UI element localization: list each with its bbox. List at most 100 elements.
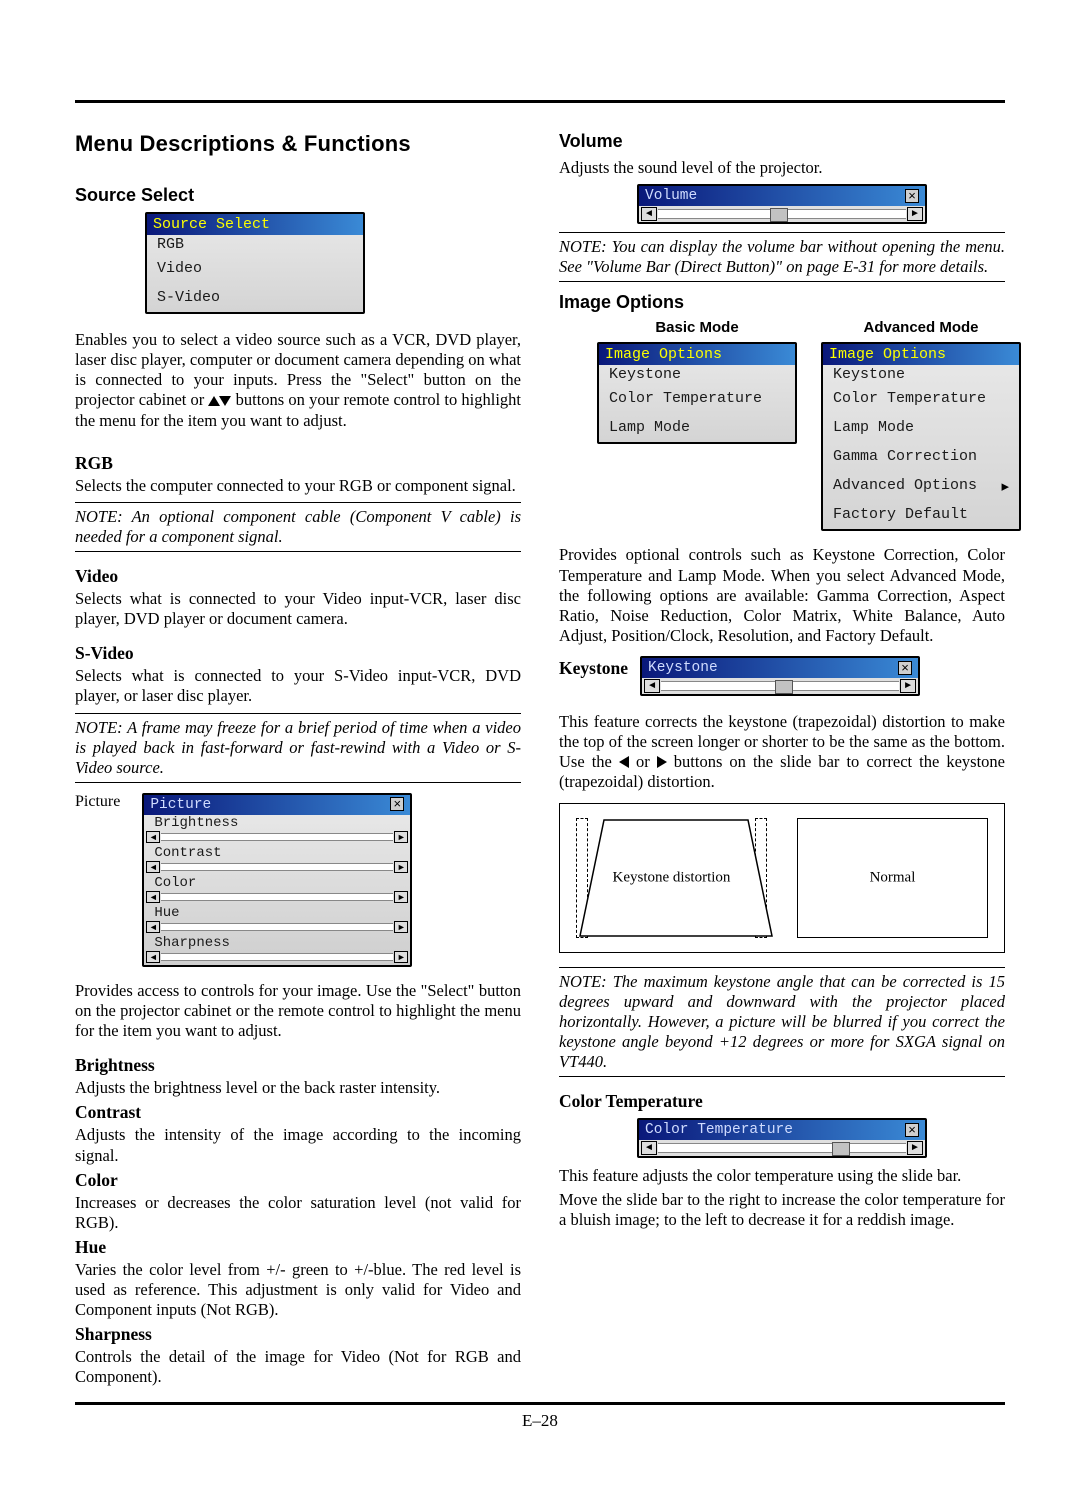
close-icon[interactable]: × [390,797,404,811]
basic-item-keystone[interactable]: Keystone [599,365,795,384]
close-icon[interactable]: × [905,1123,919,1137]
slider-left-cap-icon[interactable]: ◄ [146,921,160,933]
color-slider[interactable]: ◄► [144,891,410,905]
picture-panel-title-text: Picture [150,797,211,813]
source-select-menu: Source Select RGB Video S-Video [145,212,365,314]
hue-heading: Hue [75,1237,521,1258]
note-rule [559,232,1005,233]
keystone-distortion-label: Keystone distortion [576,869,767,886]
basic-menu-title: Image Options [599,344,795,365]
adv-item-gamma[interactable]: Gamma Correction [823,442,1019,471]
adv-item-colortemp[interactable]: Color Temperature [823,384,1019,413]
slider-thumb[interactable] [832,1142,850,1156]
slider-right-cap-icon[interactable]: ► [394,951,408,963]
right-column: Volume Adjusts the sound level of the pr… [559,131,1005,1392]
volume-heading: Volume [559,131,1005,152]
colortemp-heading: Color Temperature [559,1091,1005,1112]
keystone-row: Keystone Keystone × ◄ ► [559,656,1005,704]
picture-panel-title: Picture × [144,795,410,815]
close-icon[interactable]: × [905,189,919,203]
basic-item-lampmode[interactable]: Lamp Mode [599,413,795,442]
slider-rail[interactable] [658,209,906,219]
colortemp-slider[interactable]: ◄ ► [639,1140,925,1156]
slider-right-cap-icon[interactable]: ► [394,831,408,843]
slider-right-cap-icon[interactable]: ► [900,679,916,693]
note-rule [75,713,521,714]
note-rule [75,551,521,552]
brightness-heading: Brightness [75,1055,521,1076]
brightness-slider[interactable]: ◄► [144,831,410,845]
slider-left-cap-icon[interactable]: ◄ [146,951,160,963]
section-title: Menu Descriptions & Functions [75,131,521,157]
picture-row-sharpness-label: Sharpness [144,935,410,951]
rgb-heading: RGB [75,453,521,474]
slider-left-cap-icon[interactable]: ◄ [146,831,160,843]
adv-item-lampmode[interactable]: Lamp Mode [823,413,1019,442]
basic-item-colortemp[interactable]: Color Temperature [599,384,795,413]
color-heading: Color [75,1170,521,1191]
hue-slider[interactable]: ◄► [144,921,410,935]
slider-rail[interactable] [161,863,393,871]
keystone-slider-panel: Keystone × ◄ ► [640,656,920,696]
advanced-mode-head: Advanced Mode [821,319,1021,336]
slider-rail[interactable] [161,893,393,901]
volume-slider[interactable]: ◄ ► [639,206,925,222]
colortemp-slider-panel: Color Temperature × ◄ ► [637,1118,927,1158]
keystone-note: NOTE: The maximum keystone angle that ca… [559,972,1005,1073]
picture-row-brightness-label: Brightness [144,815,410,831]
keystone-desc: This feature corrects the keystone (trap… [559,712,1005,793]
slider-right-cap-icon[interactable]: ► [394,921,408,933]
slider-right-cap-icon[interactable]: ► [394,891,408,903]
menu-item-rgb[interactable]: RGB [147,235,363,254]
note-rule [75,782,521,783]
note-rule [559,967,1005,968]
slider-rail[interactable] [161,833,393,841]
slider-rail[interactable] [161,923,393,931]
hue-text: Varies the color level from +/- green to… [75,1260,521,1320]
slider-right-cap-icon[interactable]: ► [907,1141,923,1155]
adv-item-factory-default[interactable]: Factory Default [823,500,1019,529]
adv-item-keystone[interactable]: Keystone [823,365,1019,384]
picture-heading: Picture [75,793,120,811]
keystone-heading: Keystone [559,658,628,679]
note-rule [559,281,1005,282]
slider-right-cap-icon[interactable]: ► [907,207,923,221]
colortemp-desc1: This feature adjusts the color temperatu… [559,1166,1005,1186]
triangle-left-icon [619,756,629,768]
bottom-rule [75,1402,1005,1405]
keystone-diagram: Keystone distortion Normal [559,803,1005,953]
slider-thumb[interactable] [770,208,788,222]
video-heading: Video [75,566,521,587]
slider-rail[interactable] [661,681,899,691]
volume-slider-panel: Volume × ◄ ► [637,184,927,224]
slider-rail[interactable] [658,1143,906,1153]
slider-left-cap-icon[interactable]: ◄ [641,1141,657,1155]
source-select-menu-title: Source Select [147,214,363,235]
menu-item-video[interactable]: Video [147,254,363,283]
slider-thumb[interactable] [775,680,793,694]
slider-left-cap-icon[interactable]: ◄ [146,891,160,903]
keystone-slider[interactable]: ◄ ► [642,678,918,694]
top-rule [75,100,1005,103]
image-options-desc: Provides optional controls such as Keyst… [559,545,1005,646]
note-rule [559,1076,1005,1077]
slider-left-cap-icon[interactable]: ◄ [644,679,660,693]
brightness-text: Adjusts the brightness level or the back… [75,1078,521,1098]
adv-item-advanced-options[interactable]: Advanced Options [823,471,1019,500]
picture-row-contrast-label: Contrast [144,845,410,861]
close-icon[interactable]: × [898,661,912,675]
slider-rail[interactable] [161,953,393,961]
sharpness-slider[interactable]: ◄► [144,951,410,965]
keystone-distortion-fig: Keystone distortion [576,818,767,938]
menu-item-svideo[interactable]: S-Video [147,283,363,312]
colortemp-panel-title-text: Color Temperature [645,1122,793,1138]
contrast-slider[interactable]: ◄► [144,861,410,875]
two-column-layout: Menu Descriptions & Functions Source Sel… [75,131,1005,1392]
picture-row-color-label: Color [144,875,410,891]
keystone-panel-title: Keystone × [642,658,918,678]
slider-right-cap-icon[interactable]: ► [394,861,408,873]
slider-left-cap-icon[interactable]: ◄ [641,207,657,221]
slider-left-cap-icon[interactable]: ◄ [146,861,160,873]
rgb-desc: Selects the computer connected to your R… [75,476,521,496]
sharpness-text: Controls the detail of the image for Vid… [75,1347,521,1387]
